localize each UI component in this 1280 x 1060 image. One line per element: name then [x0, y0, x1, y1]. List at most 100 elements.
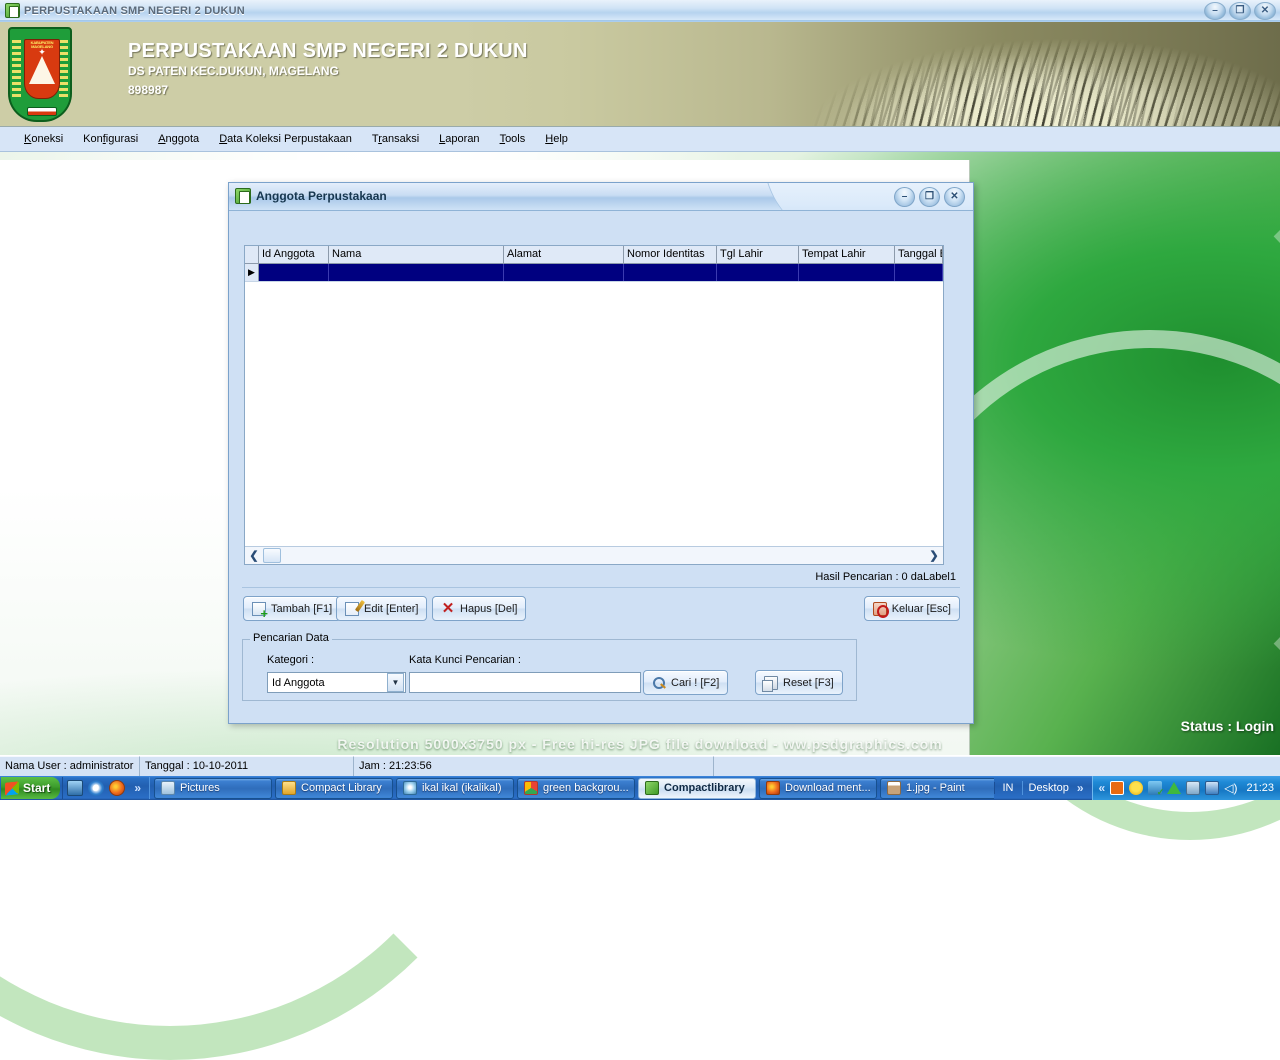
grid-cell[interactable]	[504, 264, 624, 281]
taskbar-item-label: 1.jpg - Paint	[906, 782, 965, 794]
quicklaunch-overflow-icon[interactable]: »	[130, 781, 145, 795]
reset-button[interactable]: Reset [F3]	[755, 670, 843, 695]
tambah-button[interactable]: Tambah [F1]	[243, 596, 342, 621]
kategori-select[interactable]: Id Anggota ▼	[267, 672, 406, 693]
minimize-button[interactable]: –	[1204, 2, 1226, 20]
menu-label-anggota: nggota	[165, 133, 200, 145]
desktop-band-label: Desktop	[1028, 782, 1069, 794]
dialog-title-bar[interactable]: Anggota Perpustakaan – ❐ ✕	[229, 183, 973, 211]
hapus-button-label: Hapus [Del]	[460, 602, 518, 615]
dialog-window-controls[interactable]: – ❐ ✕	[894, 187, 965, 207]
grid-column-header[interactable]: Nomor Identitas	[624, 246, 717, 263]
main-menu-bar[interactable]: Koneksi Konfigurasi Anggota Data Koleksi…	[0, 127, 1280, 152]
search-result-label: Hasil Pencarian : 0 daLabel1	[815, 571, 956, 583]
taskbar-item-compact-library[interactable]: Compact Library	[275, 777, 394, 799]
menu-label-data-koleksi: ata Koleksi Perpustakaan	[227, 133, 352, 145]
windows-flag-icon	[5, 780, 19, 796]
taskbar-item-download[interactable]: Download ment...	[759, 777, 878, 799]
show-desktop-icon[interactable]	[67, 780, 84, 796]
hapus-button[interactable]: ✕ Hapus [Del]	[432, 596, 527, 621]
grid-column-header[interactable]: Nama	[329, 246, 504, 263]
main-title-bar[interactable]: PERPUSTAKAAN SMP NEGERI 2 DUKUN – ❐ ✕	[0, 0, 1280, 25]
desktop-band-overflow-icon[interactable]: »	[1073, 781, 1088, 795]
menu-item-konfigurasi[interactable]: Konfigurasi	[73, 130, 148, 148]
menu-label-tools: ools	[505, 133, 526, 145]
members-data-grid[interactable]: Id Anggota Nama Alamat Nomor Identitas T…	[244, 245, 944, 565]
smiley-icon[interactable]	[1129, 781, 1144, 795]
grid-cell[interactable]	[717, 264, 799, 281]
grid-cell[interactable]	[259, 264, 329, 281]
anggota-perpustakaan-dialog: Anggota Perpustakaan – ❐ ✕ Id Anggota Na…	[228, 182, 974, 724]
grid-cell[interactable]	[329, 264, 504, 281]
restore-button[interactable]: ❐	[1229, 2, 1251, 20]
dialog-close-button[interactable]: ✕	[944, 187, 965, 207]
battery-icon[interactable]	[1186, 781, 1201, 795]
crest-grain-left	[12, 37, 21, 97]
cari-button[interactable]: Cari ! [F2]	[643, 670, 729, 695]
chevron-down-icon[interactable]: ▼	[387, 673, 404, 692]
search-icon	[652, 676, 666, 690]
menu-item-transaksi[interactable]: Transaksi	[362, 130, 429, 148]
tray-clock[interactable]: 21:23	[1242, 782, 1274, 794]
quick-launch-bar[interactable]: »	[62, 777, 151, 799]
row-selector-icon[interactable]: ▶	[245, 264, 259, 281]
kata-kunci-label: Kata Kunci Pencarian :	[409, 654, 521, 666]
taskbar-item-paint[interactable]: 1.jpg - Paint	[880, 777, 994, 799]
taskbar-item-pictures[interactable]: Pictures	[154, 777, 273, 799]
edit-button[interactable]: Edit [Enter]	[336, 596, 428, 621]
kategori-selected-value: Id Anggota	[272, 676, 325, 689]
close-button[interactable]: ✕	[1254, 2, 1276, 20]
taskbar-item-green-background[interactable]: green backgrou...	[517, 777, 636, 799]
menu-item-koneksi[interactable]: Koneksi	[14, 130, 73, 148]
grid-horizontal-scrollbar[interactable]: ❮ ❯	[245, 546, 943, 564]
taskbar-item-ikal-ikal[interactable]: ikal ikal (ikalikal)	[396, 777, 515, 799]
green-triangle-icon[interactable]	[1167, 782, 1182, 794]
scrollbar-track[interactable]	[281, 548, 925, 564]
language-indicator[interactable]: IN	[993, 782, 1022, 794]
grid-column-header[interactable]: Tempat Lahir	[799, 246, 895, 263]
grid-cell[interactable]	[624, 264, 717, 281]
dialog-minimize-button[interactable]: –	[894, 187, 915, 207]
volume-icon[interactable]: ◁)	[1224, 782, 1237, 794]
chrome-icon	[524, 781, 539, 795]
internet-explorer-icon[interactable]	[88, 780, 105, 796]
grid-column-header[interactable]: Tanggal B	[895, 246, 943, 263]
keluar-button-label: Keluar [Esc]	[891, 602, 951, 615]
scrollbar-thumb[interactable]	[263, 548, 281, 563]
scroll-right-icon[interactable]: ❯	[926, 548, 942, 564]
grid-cell[interactable]	[895, 264, 943, 281]
tray-expand-icon[interactable]: «	[1099, 781, 1106, 795]
dialog-maximize-button[interactable]: ❐	[919, 187, 940, 207]
main-window-title: PERPUSTAKAAN SMP NEGERI 2 DUKUN	[24, 4, 245, 17]
banner-title: PERPUSTAKAAN SMP NEGERI 2 DUKUN	[128, 40, 528, 62]
search-keyword-input[interactable]	[409, 672, 641, 693]
menu-item-help[interactable]: Help	[535, 130, 578, 148]
grid-column-header[interactable]: Tgl Lahir	[717, 246, 799, 263]
grid-column-header[interactable]: Alamat	[504, 246, 624, 263]
application-status-bar: Nama User : administrator Tanggal : 10-1…	[0, 755, 1280, 776]
antivirus-shield-icon[interactable]	[1148, 781, 1164, 798]
search-group-legend: Pencarian Data	[250, 632, 332, 644]
menu-label-laporan: aporan	[445, 133, 480, 145]
pictures-icon	[161, 781, 176, 795]
firefox-icon[interactable]	[109, 780, 126, 796]
status-time: Jam : 21:23:56	[354, 756, 714, 776]
taskbar-item-compactlibrary[interactable]: Compactlibrary	[638, 777, 757, 799]
orange-app-icon[interactable]	[1110, 781, 1125, 795]
desktop-toolbar-band[interactable]: Desktop »	[1021, 781, 1092, 795]
taskbar-item-label: Download ment...	[785, 782, 871, 794]
menu-item-data-koleksi[interactable]: Data Koleksi Perpustakaan	[209, 130, 362, 148]
menu-item-laporan[interactable]: Laporan	[429, 130, 489, 148]
grid-cell[interactable]	[799, 264, 895, 281]
keluar-button[interactable]: Keluar [Esc]	[863, 596, 960, 621]
menu-item-anggota[interactable]: Anggota	[148, 130, 209, 148]
menu-item-tools[interactable]: Tools	[490, 130, 536, 148]
main-window-controls[interactable]: – ❐ ✕	[1204, 2, 1276, 20]
folder-icon	[282, 781, 297, 795]
grid-column-header[interactable]: Id Anggota	[259, 246, 329, 263]
scroll-left-icon[interactable]: ❮	[246, 548, 262, 564]
grid-empty-body[interactable]	[245, 282, 943, 546]
network-icon[interactable]	[1205, 781, 1220, 795]
table-row[interactable]: ▶	[245, 264, 943, 282]
start-button[interactable]: Start	[1, 777, 61, 799]
